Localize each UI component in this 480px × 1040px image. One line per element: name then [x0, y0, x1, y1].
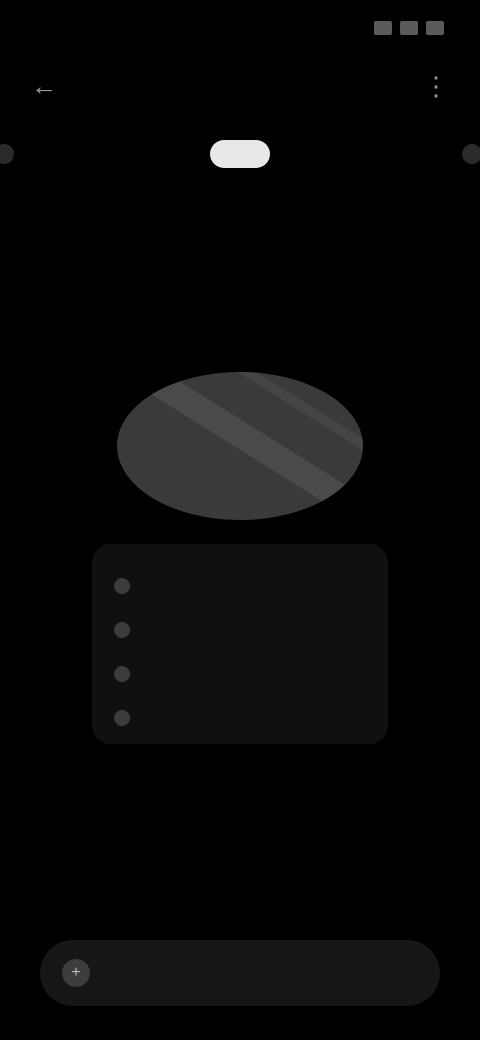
tab-bar	[0, 124, 480, 184]
info-row	[114, 608, 366, 652]
bullet-icon	[114, 622, 130, 638]
status-icons	[374, 21, 444, 35]
tab-scroll-right-edge	[462, 144, 480, 164]
tab-2[interactable]	[288, 140, 328, 168]
top-bar: ← ⋮	[0, 58, 480, 114]
wifi-icon	[400, 21, 418, 35]
tab-1-active[interactable]	[210, 140, 270, 168]
add-icon: +	[62, 959, 90, 987]
info-row	[114, 652, 366, 696]
status-bar	[0, 0, 480, 56]
info-row	[114, 564, 366, 608]
empty-state-illustration	[117, 372, 363, 520]
back-arrow-icon[interactable]: ←	[24, 66, 64, 106]
signal-icon	[374, 21, 392, 35]
bullet-icon	[114, 666, 130, 682]
bottom-action-bar[interactable]: +	[40, 940, 440, 1006]
battery-icon	[426, 21, 444, 35]
info-card	[92, 544, 388, 744]
info-row	[114, 696, 366, 740]
tab-0[interactable]	[152, 140, 192, 168]
bullet-icon	[114, 578, 130, 594]
more-icon[interactable]: ⋮	[416, 66, 456, 106]
bullet-icon	[114, 710, 130, 726]
